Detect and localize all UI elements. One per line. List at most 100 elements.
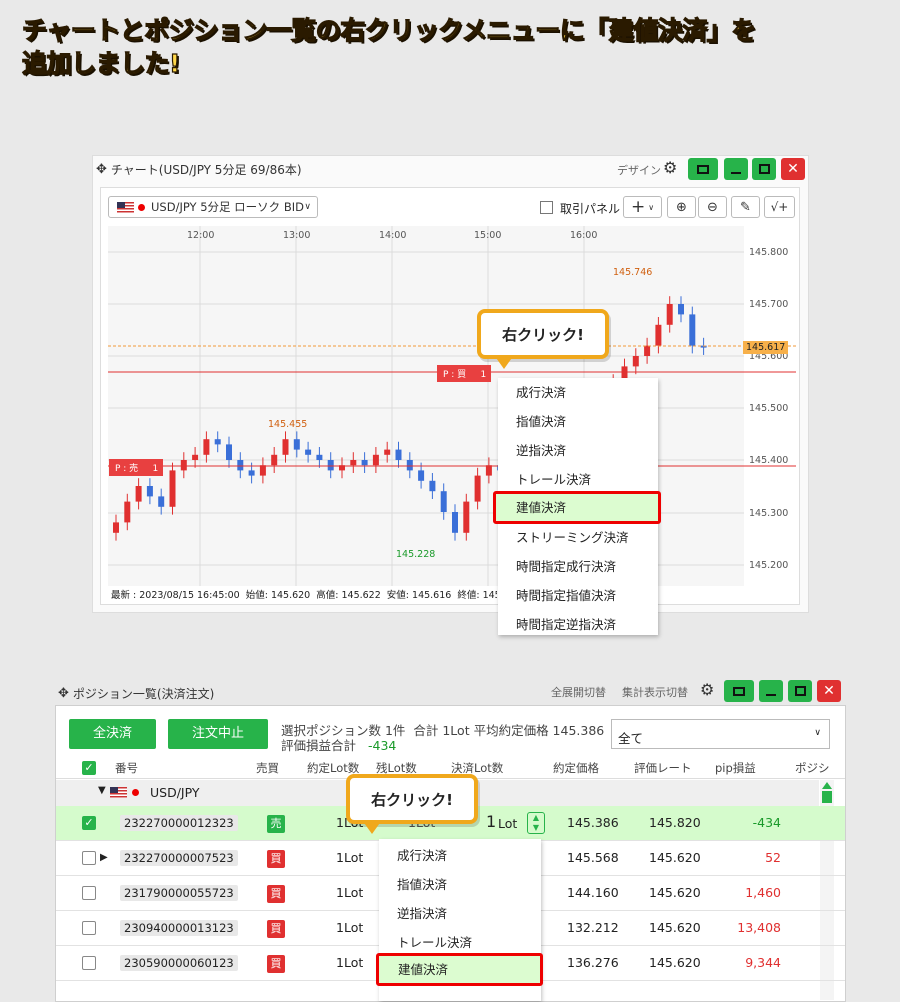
zoom-in-icon: ⊕ bbox=[676, 199, 687, 215]
pip-pl: 52 bbox=[765, 850, 781, 865]
window-layout-button[interactable] bbox=[688, 158, 718, 180]
eval-rate: 145.620 bbox=[649, 920, 701, 935]
move-icon[interactable]: ✥ bbox=[58, 686, 69, 701]
minimize-icon bbox=[766, 694, 776, 696]
maximize-button[interactable] bbox=[752, 158, 776, 180]
row-checkbox[interactable] bbox=[82, 921, 96, 935]
col-header[interactable]: 番号 bbox=[115, 760, 138, 776]
menu-item[interactable]: 時間指定逆指決済 bbox=[498, 610, 658, 639]
gear-icon[interactable]: ⚙ bbox=[663, 158, 677, 177]
menu-item[interactable]: 逆指決済 bbox=[498, 436, 658, 465]
right-click-bubble: 右クリック! bbox=[477, 309, 609, 359]
symbol-select[interactable]: USD/JPY 5分足 ローソク BID ∨ bbox=[108, 196, 318, 218]
sell-position-tag[interactable]: P : 売 1 bbox=[109, 459, 163, 476]
scroll-up-icon[interactable] bbox=[822, 782, 832, 789]
group-label: USD/JPY bbox=[150, 785, 200, 800]
row-checkbox[interactable]: ✓ bbox=[82, 816, 96, 830]
menu-item[interactable]: 成行決済 bbox=[498, 378, 658, 407]
zoom-in-button[interactable]: ⊕ bbox=[667, 196, 696, 218]
crosshair-button[interactable]: + ∨ bbox=[623, 196, 662, 218]
menu-item[interactable]: ストリーミング決済 bbox=[498, 523, 658, 552]
menu-item[interactable]: 指値決済 bbox=[498, 407, 658, 436]
us-flag-icon bbox=[117, 201, 134, 213]
zoom-out-button[interactable]: ⊖ bbox=[698, 196, 727, 218]
contract-lot: 1Lot bbox=[336, 920, 364, 935]
design-link[interactable]: デザイン bbox=[617, 162, 661, 178]
pip-pl: -434 bbox=[752, 815, 781, 830]
maximize-icon bbox=[758, 164, 770, 174]
gear-icon[interactable]: ⚙ bbox=[700, 680, 714, 699]
headline-line2: 追加しました! bbox=[21, 48, 181, 78]
us-flag-icon bbox=[110, 787, 127, 798]
col-header[interactable]: 約定価格 bbox=[553, 760, 599, 776]
row-checkbox[interactable] bbox=[82, 956, 96, 970]
bubble-tail bbox=[494, 355, 514, 369]
move-icon[interactable]: ✥ bbox=[96, 162, 107, 177]
contract-price: 144.160 bbox=[567, 885, 619, 900]
symbol-select-label: USD/JPY 5分足 ローソク BID bbox=[151, 200, 304, 214]
maximize-button[interactable] bbox=[788, 680, 812, 702]
contract-price: 136.276 bbox=[567, 955, 619, 970]
side-badge: 買 bbox=[267, 955, 285, 973]
chart-plot[interactable] bbox=[108, 226, 796, 586]
candle-body bbox=[485, 465, 492, 476]
bubble-text: 右クリック! bbox=[502, 325, 584, 344]
headline: チャートとポジション一覧の右クリックメニューに「建値決済」を 追加しました! bbox=[21, 14, 756, 80]
menu-item[interactable]: 時間指定成行決済 bbox=[498, 552, 658, 581]
buy-position-tag[interactable]: P : 買 1 bbox=[437, 365, 491, 382]
row-checkbox[interactable] bbox=[82, 886, 96, 900]
scroll-thumb[interactable] bbox=[822, 791, 832, 803]
all-settle-button[interactable]: 全決済 bbox=[69, 719, 156, 749]
row-checkbox[interactable] bbox=[82, 851, 96, 865]
chevron-down-icon: ∨ bbox=[304, 202, 311, 212]
close-button[interactable]: ✕ bbox=[781, 158, 805, 180]
settle-lot-value[interactable]: 1 bbox=[486, 812, 496, 831]
select-all-checkbox[interactable]: ✓ bbox=[82, 761, 96, 775]
x-tick: 14:00 bbox=[379, 230, 407, 241]
chevron-down-icon: ∨ bbox=[814, 728, 821, 738]
menu-item[interactable]: トレール決済 bbox=[498, 465, 658, 494]
candle-body bbox=[214, 439, 221, 445]
total-toggle-link[interactable]: 集計表示切替 bbox=[622, 684, 688, 700]
chart-status: 最新 : 2023/08/15 16:45:00 始値: 145.620 高値:… bbox=[111, 590, 497, 601]
col-header[interactable]: pip損益 bbox=[715, 760, 756, 776]
candle-body bbox=[248, 470, 255, 476]
collapse-icon[interactable]: ▼ bbox=[98, 785, 106, 796]
col-header[interactable]: 評価レート bbox=[634, 760, 692, 776]
candle-body bbox=[192, 454, 199, 460]
candle-body bbox=[203, 439, 210, 455]
col-header[interactable]: 売買 bbox=[256, 760, 279, 776]
y-tick: 145.700 bbox=[749, 299, 789, 310]
minimize-button[interactable] bbox=[759, 680, 783, 702]
menu-item[interactable]: 逆指決済 bbox=[379, 899, 541, 928]
candle-body bbox=[418, 470, 425, 481]
contract-price: 132.212 bbox=[567, 920, 619, 935]
contract-lot: 1Lot bbox=[336, 850, 364, 865]
summary-line2: 評価損益合計 -434 bbox=[281, 735, 396, 754]
breakeven-highlight[interactable]: 建値決済 bbox=[376, 953, 543, 986]
indicator-icon: √+ bbox=[770, 200, 789, 214]
menu-item[interactable]: 時間指定指値決済 bbox=[498, 581, 658, 610]
trade-panel-checkbox[interactable] bbox=[540, 201, 553, 214]
cancel-order-button[interactable]: 注文中止 bbox=[168, 719, 268, 749]
position-id: 232270000007523 bbox=[120, 850, 238, 866]
col-header[interactable]: ポジシ bbox=[795, 760, 830, 776]
stepper-icon[interactable]: ▲ ▼ bbox=[527, 812, 545, 834]
menu-item[interactable]: 指値決済 bbox=[379, 870, 541, 899]
pencil-button[interactable]: ✎ bbox=[731, 196, 760, 218]
candle-body bbox=[452, 512, 458, 533]
menu-item[interactable]: 成行決済 bbox=[379, 841, 541, 870]
zoom-out-icon: ⊖ bbox=[707, 199, 718, 215]
y-tick: 145.800 bbox=[749, 247, 789, 258]
window-layout-button[interactable] bbox=[724, 680, 754, 702]
minimize-button[interactable] bbox=[724, 158, 748, 180]
filter-select[interactable]: 全て ∨ bbox=[611, 719, 830, 749]
breakeven-highlight[interactable]: 建値決済 bbox=[493, 491, 661, 524]
expand-icon[interactable]: ▶ bbox=[100, 852, 108, 863]
pl-total-label: 評価損益合計 bbox=[281, 738, 357, 753]
candle-body bbox=[113, 522, 119, 533]
expand-all-link[interactable]: 全展開切替 bbox=[551, 684, 606, 700]
candle-body bbox=[689, 314, 696, 346]
indicator-button[interactable]: √+ bbox=[764, 196, 795, 218]
close-button[interactable]: ✕ bbox=[817, 680, 841, 702]
